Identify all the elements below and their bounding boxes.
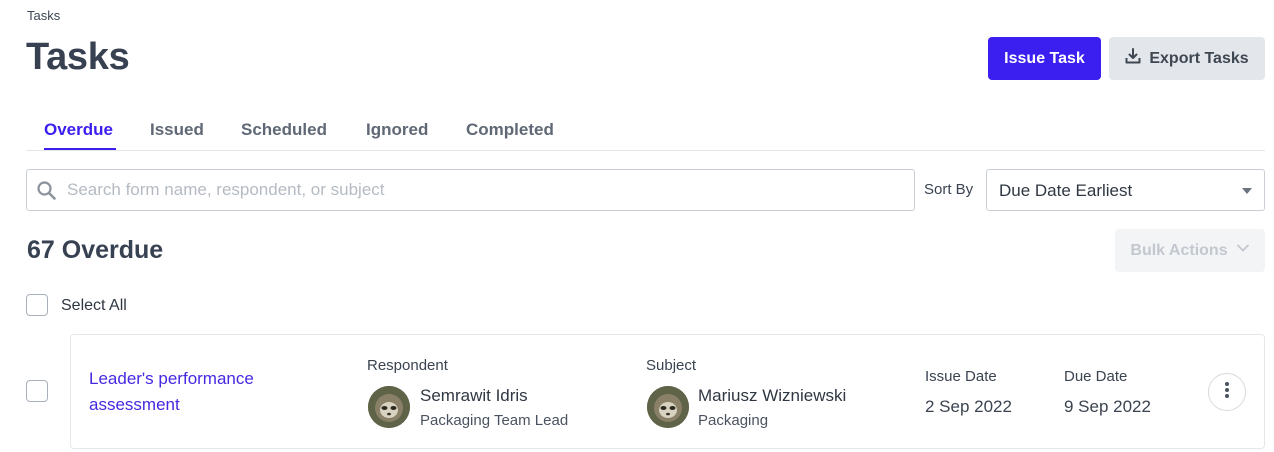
task-title-link[interactable]: Leader's performance assessment — [89, 366, 309, 418]
tab-scheduled[interactable]: Scheduled — [241, 120, 327, 140]
caret-down-icon — [1242, 188, 1252, 194]
tab-issued[interactable]: Issued — [150, 120, 204, 140]
search-box — [26, 169, 915, 211]
respondent-avatar — [368, 386, 410, 428]
bulk-actions-button[interactable]: Bulk Actions — [1115, 229, 1265, 272]
subject-department: Packaging — [698, 412, 769, 429]
subject-heading: Subject — [646, 357, 697, 374]
subject-avatar — [647, 386, 689, 428]
more-options-button[interactable] — [1208, 373, 1246, 411]
status-tabs: Overdue Issued Scheduled Ignored Complet… — [26, 112, 1265, 151]
task-row-checkbox[interactable] — [26, 380, 48, 402]
due-date-value: 9 Sep 2022 — [1064, 397, 1151, 416]
sort-by-label: Sort By — [924, 181, 974, 198]
kebab-menu-icon — [1224, 381, 1230, 404]
tab-ignored[interactable]: Ignored — [366, 120, 428, 140]
export-tasks-button[interactable]: Export Tasks — [1109, 37, 1265, 80]
issue-date-heading: Issue Date — [925, 368, 997, 385]
chevron-down-icon — [1236, 241, 1250, 260]
sort-selected-value: Due Date Earliest — [999, 181, 1133, 200]
page-title: Tasks — [26, 36, 130, 78]
subject-name: Mariusz Wizniewski — [698, 386, 847, 405]
select-all-checkbox[interactable] — [26, 294, 48, 316]
bulk-actions-label: Bulk Actions — [1130, 241, 1228, 259]
sort-by-select[interactable]: Due Date Earliest — [986, 169, 1265, 211]
active-tab-indicator — [44, 148, 116, 150]
tab-completed[interactable]: Completed — [466, 120, 554, 140]
tasks-page: Tasks Tasks Issue Task Export Tasks Over… — [0, 0, 1274, 452]
issue-date-value: 2 Sep 2022 — [925, 397, 1012, 416]
breadcrumb[interactable]: Tasks — [27, 8, 60, 23]
overdue-count: 67 Overdue — [27, 236, 164, 264]
issue-task-button[interactable]: Issue Task — [988, 37, 1101, 80]
select-all-label[interactable]: Select All — [61, 297, 127, 315]
tab-overdue[interactable]: Overdue — [44, 120, 113, 140]
respondent-name: Semrawit Idris — [420, 386, 528, 405]
download-icon — [1125, 48, 1141, 69]
export-tasks-label: Export Tasks — [1149, 49, 1249, 67]
search-icon — [37, 181, 56, 205]
respondent-role: Packaging Team Lead — [420, 412, 569, 429]
search-input[interactable] — [67, 170, 907, 210]
due-date-heading: Due Date — [1064, 368, 1128, 385]
task-card: Leader's performance assessment Responde… — [70, 334, 1265, 449]
respondent-heading: Respondent — [367, 357, 448, 374]
